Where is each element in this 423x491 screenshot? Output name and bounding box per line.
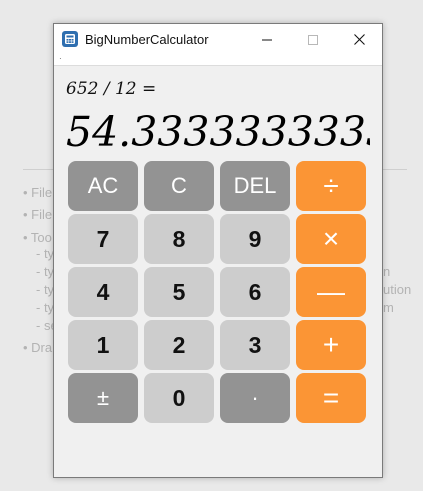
equals-button[interactable]: =	[296, 373, 366, 423]
calculator-window: BigNumberCalculator · 652 / 12 = 54.3333…	[53, 23, 383, 478]
background-text: - ty	[36, 282, 55, 297]
digit-3-button[interactable]: 3	[220, 320, 290, 370]
result-display: 54.333333333333333	[66, 108, 370, 156]
divide-button[interactable]: ÷	[296, 161, 366, 211]
add-button[interactable]: +	[296, 320, 366, 370]
close-icon	[353, 34, 365, 45]
maximize-button[interactable]	[290, 24, 336, 55]
background-text: - ty	[36, 264, 55, 279]
background-text: • File	[23, 185, 53, 200]
digit-0-button[interactable]: 0	[144, 373, 214, 423]
background-text: • Dra	[23, 340, 53, 355]
digit-9-button[interactable]: 9	[220, 214, 290, 264]
subtract-button[interactable]: —	[296, 267, 366, 317]
menu-bar[interactable]: ·	[54, 55, 382, 66]
clear-button[interactable]: C	[144, 161, 214, 211]
background-text: n	[383, 264, 391, 279]
background-text: - ty	[36, 300, 55, 315]
keypad: AC C DEL ÷ 7 8 9 × 4 5 6 — 1 2 3 + ± 0 ·…	[68, 161, 366, 423]
menu-marker: ·	[59, 54, 62, 63]
window-title: BigNumberCalculator	[85, 32, 209, 47]
negate-button[interactable]: ±	[68, 373, 138, 423]
digit-4-button[interactable]: 4	[68, 267, 138, 317]
delete-button[interactable]: DEL	[220, 161, 290, 211]
background-text: • Too	[23, 230, 52, 245]
close-button[interactable]	[336, 24, 382, 55]
decimal-point-button[interactable]: ·	[220, 373, 290, 423]
minimize-icon	[262, 39, 272, 40]
digit-5-button[interactable]: 5	[144, 267, 214, 317]
digit-8-button[interactable]: 8	[144, 214, 214, 264]
digit-1-button[interactable]: 1	[68, 320, 138, 370]
digit-7-button[interactable]: 7	[68, 214, 138, 264]
background-text: m	[383, 300, 394, 315]
background-text: - ty	[36, 246, 55, 261]
maximize-icon	[308, 34, 318, 45]
digit-2-button[interactable]: 2	[144, 320, 214, 370]
background-text: ution	[383, 282, 412, 297]
title-bar[interactable]: BigNumberCalculator	[54, 24, 382, 55]
all-clear-button[interactable]: AC	[68, 161, 138, 211]
digit-6-button[interactable]: 6	[220, 267, 290, 317]
minimize-button[interactable]	[244, 24, 290, 55]
multiply-button[interactable]: ×	[296, 214, 366, 264]
calculator-app-icon	[62, 31, 78, 47]
expression-display: 652 / 12 =	[66, 79, 157, 99]
background-text: • File	[23, 207, 53, 222]
